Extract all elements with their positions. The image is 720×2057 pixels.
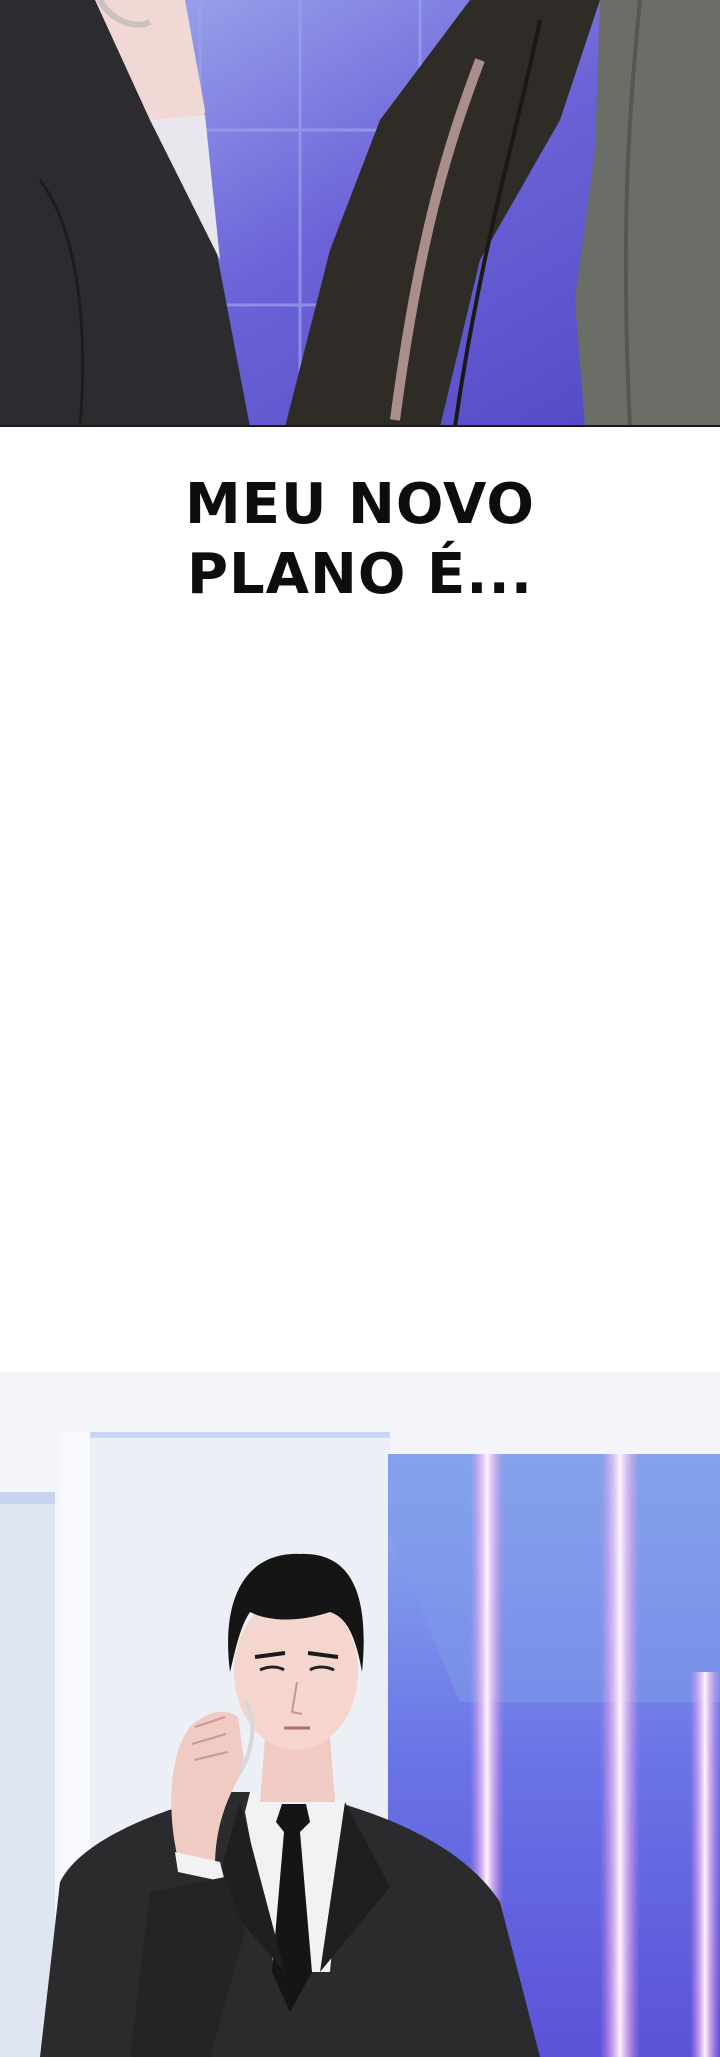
left-wall-frame <box>0 1492 55 2057</box>
caption-line-2: PLANO É... <box>186 542 534 607</box>
comic-panel-top <box>0 0 720 427</box>
caption-text: MEU NOVO PLANO É... <box>0 470 720 610</box>
neon-light-3 <box>690 1672 720 2057</box>
panel-top-art <box>0 0 720 425</box>
caption-line-1: MEU NOVO <box>185 472 535 537</box>
panel-bottom-art <box>0 1372 720 2057</box>
neon-light-2 <box>600 1454 640 2057</box>
comic-panel-bottom <box>0 1372 720 2057</box>
